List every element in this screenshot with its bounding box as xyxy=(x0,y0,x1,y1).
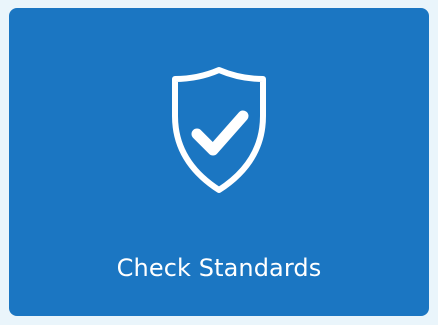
shield-check-icon xyxy=(169,66,269,194)
check-standards-card[interactable]: Check Standards xyxy=(9,8,429,316)
card-label: Check Standards xyxy=(116,254,322,282)
